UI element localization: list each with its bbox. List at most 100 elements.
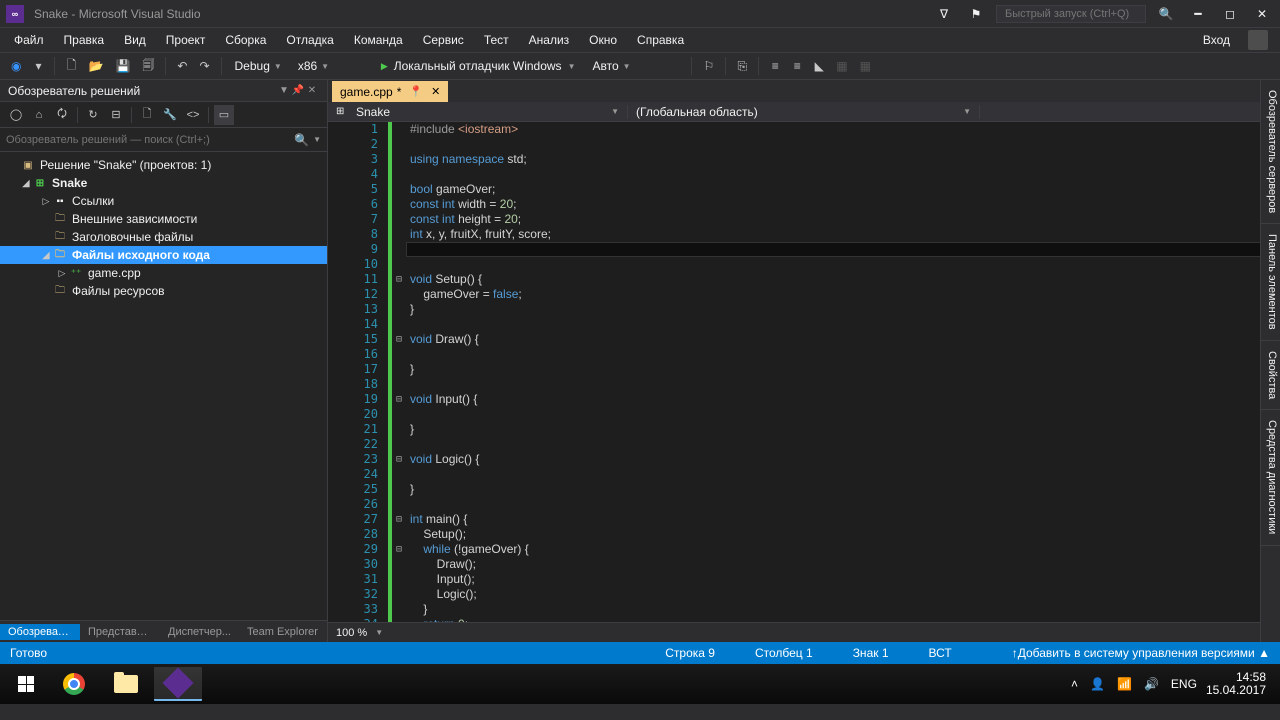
vs-logo-icon: ∞ — [6, 5, 24, 23]
save-button[interactable]: 💾 — [110, 56, 135, 76]
taskbar-visual-studio[interactable] — [154, 667, 202, 701]
zoom-level[interactable]: 100 % — [336, 627, 367, 639]
tab-pin-icon[interactable]: 📍 — [409, 85, 423, 98]
tab-game-cpp[interactable]: game.cpp* 📍 ✕ — [332, 81, 448, 102]
menu-build[interactable]: Сборка — [215, 30, 276, 50]
undo-button[interactable]: ↶ — [172, 56, 192, 76]
status-scc-button[interactable]: ↑ Добавить в систему управления версиями… — [1012, 646, 1270, 660]
project-node[interactable]: ◢⊞Snake — [0, 174, 327, 192]
tab-dispatcher[interactable]: Диспетчер... — [160, 624, 239, 640]
solution-explorer-toolbar: ◯ ⌂ 🗘 ↻ ⊟ 🗋 🔧 <> ▭ — [0, 102, 327, 128]
start-debug-button[interactable]: ▶Локальный отладчик Windows▼ — [373, 57, 584, 75]
external-deps-node[interactable]: 🗀Внешние зависимости — [0, 210, 327, 228]
tray-people-icon[interactable]: 👤 — [1087, 677, 1108, 691]
view-icon[interactable]: ▭ — [214, 105, 234, 125]
editor: game.cpp* 📍 ✕ ▼ ⊞Snake▼ (Глобальная обла… — [328, 80, 1280, 642]
sync-icon[interactable]: 🗘 — [52, 105, 72, 125]
preview-icon[interactable]: <> — [183, 105, 203, 125]
start-button[interactable] — [4, 667, 48, 701]
notification-icon[interactable]: ⚑ — [964, 7, 988, 21]
solution-search-input[interactable] — [6, 134, 294, 146]
nav-project-dropdown[interactable]: ⊞Snake▼ — [328, 105, 628, 119]
panel-dropdown-icon[interactable]: ▼ — [277, 85, 291, 96]
solution-node[interactable]: ▣Решение "Snake" (проектов: 1) — [0, 156, 327, 174]
menu-help[interactable]: Справка — [627, 30, 694, 50]
rail-toolbox[interactable]: Панель элементов — [1261, 224, 1280, 341]
uncomment-button[interactable]: ▦ — [855, 56, 876, 76]
indent-right-button[interactable]: ≡ — [787, 56, 807, 76]
nav-scope-dropdown[interactable]: (Глобальная область)▼ — [628, 105, 980, 119]
references-node[interactable]: ▷▪▪Ссылки — [0, 192, 327, 210]
nav-back-button[interactable]: ◉ — [6, 56, 26, 76]
login-button[interactable]: Вход — [1193, 30, 1240, 50]
maximize-button[interactable]: ◻ — [1218, 7, 1242, 21]
menu-view[interactable]: Вид — [114, 30, 156, 50]
save-all-button[interactable]: 🗐 — [137, 53, 159, 80]
menu-team[interactable]: Команда — [344, 30, 413, 50]
config-dropdown[interactable]: Debug▼ — [228, 56, 289, 76]
sources-node[interactable]: ◢🗀Файлы исходного кода — [0, 246, 327, 264]
close-button[interactable]: ✕ — [1250, 7, 1274, 21]
solution-bottom-tabs: Обозревате... Представле... Диспетчер...… — [0, 620, 327, 642]
menu-test[interactable]: Тест — [474, 30, 519, 50]
resources-node[interactable]: 🗀Файлы ресурсов — [0, 282, 327, 300]
code-content[interactable]: #include <iostream>using namespace std;b… — [406, 122, 1280, 622]
menu-edit[interactable]: Правка — [54, 30, 115, 50]
collapse-icon[interactable]: ⊟ — [106, 105, 126, 125]
flag-icon[interactable]: ⚐ — [698, 56, 719, 76]
show-all-icon[interactable]: 🗋 — [137, 105, 157, 125]
solution-explorer-header: Обозреватель решений ▼ 📌 ✕ — [0, 80, 327, 102]
redo-button[interactable]: ↷ — [194, 56, 214, 76]
platform-dropdown[interactable]: x86▼ — [291, 56, 371, 76]
new-button[interactable]: 🗋 — [61, 53, 81, 80]
refresh-icon[interactable]: ↻ — [83, 105, 103, 125]
search-icon[interactable]: 🔍 — [1154, 7, 1178, 21]
tray-chevron-icon[interactable]: ˄ — [1068, 677, 1081, 691]
taskbar-chrome[interactable] — [50, 667, 98, 701]
bookmark-button[interactable]: ◣ — [809, 56, 829, 76]
menu-project[interactable]: Проект — [156, 30, 216, 50]
nav-fwd-button[interactable]: ▾ — [28, 56, 48, 76]
open-button[interactable]: 📂 — [83, 56, 108, 76]
tab-team-explorer[interactable]: Team Explorer — [239, 624, 326, 640]
tab-class-view[interactable]: Представле... — [80, 624, 160, 640]
menu-debug[interactable]: Отладка — [276, 30, 343, 50]
editor-zoom-bar: 100 % ▼ — [328, 622, 1280, 642]
back-icon[interactable]: ◯ — [6, 105, 26, 125]
tray-language[interactable]: ENG — [1168, 677, 1200, 691]
search-icon[interactable]: 🔍 — [294, 133, 309, 147]
menu-analyze[interactable]: Анализ — [519, 30, 580, 50]
panel-pin-icon[interactable]: 📌 — [291, 85, 305, 96]
tray-network-icon[interactable]: 📶 — [1114, 677, 1135, 691]
headers-node[interactable]: 🗀Заголовочные файлы — [0, 228, 327, 246]
minimize-button[interactable]: ━ — [1186, 7, 1210, 21]
rail-diagnostics[interactable]: Средства диагностики — [1261, 410, 1280, 545]
search-dropdown-icon[interactable]: ▼ — [313, 135, 321, 144]
menu-window[interactable]: Окно — [579, 30, 627, 50]
taskbar-explorer[interactable] — [102, 667, 150, 701]
rail-server-explorer[interactable]: Обозреватель серверов — [1261, 80, 1280, 224]
nav-member-dropdown[interactable]: ▼ — [980, 107, 1280, 116]
properties-icon[interactable]: 🔧 — [160, 105, 180, 125]
file-game-cpp[interactable]: ▷⁺⁺game.cpp — [0, 264, 327, 282]
auto-dropdown[interactable]: Авто▼ — [585, 56, 685, 76]
avatar-icon[interactable] — [1248, 30, 1268, 50]
menu-service[interactable]: Сервис — [413, 30, 474, 50]
quick-launch-input[interactable] — [996, 5, 1146, 23]
tray-clock[interactable]: 14:5815.04.2017 — [1206, 671, 1266, 697]
code-editor[interactable]: 1234567891011121314151617181920212223242… — [328, 122, 1280, 622]
filter-icon[interactable]: ∇ — [932, 7, 956, 21]
zoom-dropdown-icon[interactable]: ▼ — [375, 628, 383, 637]
status-char: Знак 1 — [853, 646, 889, 660]
panel-close-icon[interactable]: ✕ — [305, 85, 319, 96]
tray-volume-icon[interactable]: 🔊 — [1141, 677, 1162, 691]
home-icon[interactable]: ⌂ — [29, 105, 49, 125]
rail-properties[interactable]: Свойства — [1261, 341, 1280, 410]
indent-left-button[interactable]: ≡ — [765, 56, 785, 76]
tab-close-icon[interactable]: ✕ — [431, 85, 440, 98]
status-col: Столбец 1 — [755, 646, 813, 660]
step-button[interactable]: ⎘ — [732, 56, 752, 77]
comment-button[interactable]: ▦ — [831, 56, 852, 76]
tab-solution-explorer[interactable]: Обозревате... — [0, 624, 80, 640]
menu-file[interactable]: Файл — [4, 30, 54, 50]
